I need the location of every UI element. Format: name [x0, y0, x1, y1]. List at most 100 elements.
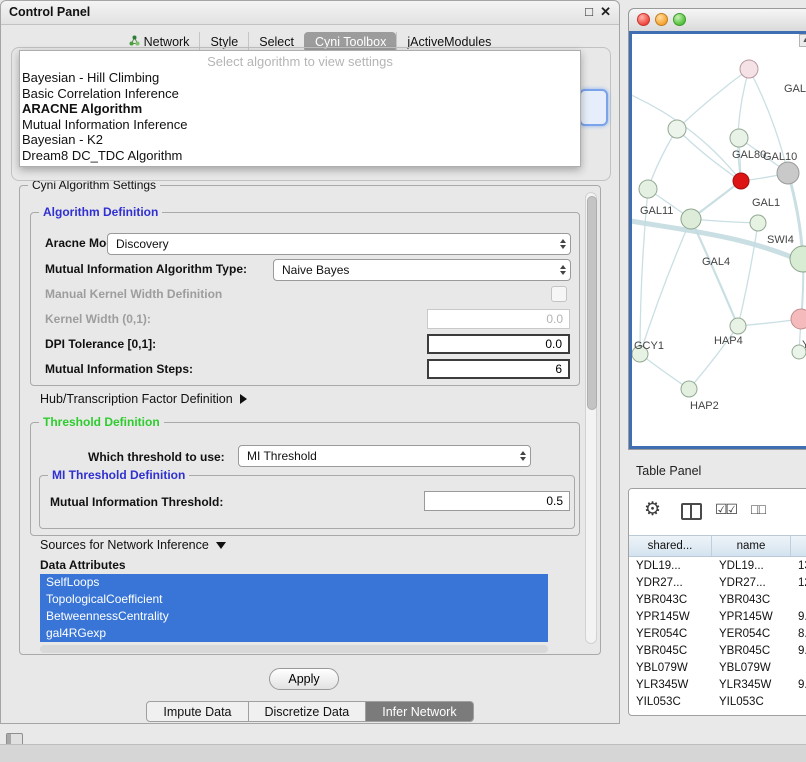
mi-type-select[interactable]: Naive Bayes — [273, 259, 571, 281]
sources-toggle[interactable]: Sources for Network Inference — [40, 538, 226, 552]
network-edge[interactable] — [640, 354, 689, 389]
network-node[interactable] — [681, 381, 697, 397]
network-node[interactable] — [740, 60, 758, 78]
network-edge[interactable] — [632, 89, 741, 181]
mac-close-icon[interactable] — [637, 13, 650, 26]
attribute-item-gal4rgexp[interactable]: gal4RGexp — [40, 625, 548, 642]
network-node[interactable] — [681, 209, 701, 229]
mac-minimize-icon[interactable] — [655, 13, 668, 26]
deselect-all-columns-icon[interactable]: □□ — [751, 501, 764, 517]
hub-definition-label: Hub/Transcription Factor Definition — [40, 392, 233, 406]
table-cell — [791, 592, 806, 609]
dpi-tolerance-input[interactable] — [427, 334, 570, 354]
attribute-item-betweennesscentrality[interactable]: BetweennessCentrality — [40, 608, 548, 625]
attribute-item-topologicalcoefficient[interactable]: TopologicalCoefficient — [40, 591, 548, 608]
aracne-mode-value: Discovery — [116, 237, 169, 251]
node-label-gal4: GAL4 — [702, 256, 730, 268]
table-cell: YBR045C — [712, 643, 791, 660]
threshold-definition-group: Threshold Definition Which threshold to … — [30, 422, 580, 536]
table-row[interactable]: YBL079WYBL079W — [629, 660, 806, 677]
network-node[interactable] — [791, 309, 806, 329]
network-edge[interactable] — [738, 69, 749, 181]
node-label-gal10: GAL10 — [763, 151, 797, 163]
algorithm-definition-legend: Algorithm Definition — [39, 205, 162, 219]
mac-zoom-icon[interactable] — [673, 13, 686, 26]
bottom-tab-discretize-data[interactable]: Discretize Data — [249, 701, 367, 722]
attribute-item-selfloops[interactable]: SelfLoops — [40, 574, 548, 591]
column-header-name[interactable]: name — [712, 536, 791, 556]
columns-icon[interactable] — [681, 503, 702, 520]
algorithm-option-mutual-information-inference[interactable]: Mutual Information Inference — [20, 117, 580, 133]
mi-threshold-input[interactable] — [424, 491, 570, 511]
table-cell: YPR145W — [712, 609, 791, 626]
bottom-tab-infer-network[interactable]: Infer Network — [366, 701, 473, 722]
mi-steps-input[interactable] — [427, 359, 570, 379]
table-row[interactable]: YDR27...YDR27...12 — [629, 575, 806, 592]
table-row[interactable]: YPR145WYPR145W9. — [629, 609, 806, 626]
table-row[interactable]: YLR345WYLR345W9. — [629, 677, 806, 694]
which-threshold-select[interactable]: MI Threshold — [238, 445, 531, 467]
sources-label: Sources for Network Inference — [40, 538, 209, 552]
column-header-shared[interactable]: shared... — [629, 536, 712, 556]
network-node[interactable] — [733, 173, 749, 189]
table-cell: YBR045C — [629, 643, 712, 660]
network-view-window: GAL8GAL80GAL10GAL11GAL1SWI4GAL4GCY1HAP4H… — [628, 8, 806, 450]
table-cell: YDR27... — [712, 575, 791, 592]
table-cell: YIL053C — [629, 694, 712, 711]
network-canvas[interactable]: GAL8GAL80GAL10GAL11GAL1SWI4GAL4GCY1HAP4H… — [632, 34, 806, 446]
table-cell: YBR043C — [629, 592, 712, 609]
table-row[interactable]: YBR043CYBR043C — [629, 592, 806, 609]
manual-kernel-checkbox[interactable] — [551, 286, 567, 302]
hub-definition-toggle[interactable]: Hub/Transcription Factor Definition — [40, 392, 247, 406]
gear-icon[interactable]: ⚙ — [644, 498, 661, 521]
network-node[interactable] — [639, 180, 657, 198]
aracne-mode-select[interactable]: Discovery — [107, 233, 571, 255]
select-all-columns-icon[interactable]: ☑☑ — [715, 501, 736, 518]
apply-button[interactable]: Apply — [269, 668, 339, 690]
bottom-tab-impute-data[interactable]: Impute Data — [146, 701, 248, 722]
table-row[interactable]: YBR045CYBR045C9. — [629, 643, 806, 660]
kernel-width-input[interactable] — [427, 309, 570, 329]
float-window-icon[interactable]: □ — [585, 4, 593, 19]
network-view-frame: GAL8GAL80GAL10GAL11GAL1SWI4GAL4GCY1HAP4H… — [629, 31, 806, 449]
scroll-up-icon[interactable]: ▲ — [799, 34, 806, 47]
chevron-down-icon — [216, 542, 226, 549]
node-label-gal80: GAL80 — [732, 149, 766, 161]
data-attributes-label: Data Attributes — [40, 558, 126, 572]
table-cell: YER054C — [712, 626, 791, 643]
node-label-gal8: GAL8 — [784, 83, 806, 95]
table-row[interactable]: YIL053CYIL053C — [629, 694, 806, 711]
network-edge[interactable] — [640, 219, 691, 354]
node-label-gcy1: GCY1 — [634, 340, 664, 352]
algorithm-option-bayesian-k2[interactable]: Bayesian - K2 — [20, 132, 580, 148]
column-header-extra[interactable] — [791, 536, 806, 556]
algorithm-option-dream8-dc-tdc-algorithm[interactable]: Dream8 DC_TDC Algorithm — [20, 148, 580, 164]
attributes-horizontal-scrollbar[interactable] — [40, 645, 548, 653]
network-window-titlebar[interactable] — [629, 9, 806, 32]
network-node[interactable] — [777, 162, 799, 184]
table-row[interactable]: YER054CYER054C8. — [629, 626, 806, 643]
network-node[interactable] — [730, 318, 746, 334]
table-cell: 12 — [791, 575, 806, 592]
algorithm-option-bayesian-hill-climbing[interactable]: Bayesian - Hill Climbing — [20, 70, 580, 86]
network-node[interactable] — [730, 129, 748, 147]
table-row[interactable]: YDL19...YDL19...13 — [629, 558, 806, 575]
network-node[interactable] — [750, 215, 766, 231]
algorithm-option-basic-correlation-inference[interactable]: Basic Correlation Inference — [20, 86, 580, 102]
node-label-gal1: GAL1 — [752, 197, 780, 209]
table-cell: YPR145W — [629, 609, 712, 626]
close-icon[interactable]: ✕ — [600, 4, 611, 20]
mi-type-value: Naive Bayes — [282, 263, 349, 277]
network-edge[interactable] — [677, 69, 749, 129]
settings-scrollbar[interactable] — [585, 192, 597, 644]
node-label-gal11: GAL11 — [640, 205, 673, 217]
network-node[interactable] — [668, 120, 686, 138]
table-cell: YLR345W — [629, 677, 712, 694]
algorithm-option-aracne-algorithm[interactable]: ARACNE Algorithm — [20, 101, 580, 117]
algorithm-dropdown-popup: Select algorithm to view settings Bayesi… — [19, 50, 581, 167]
settings-scrollbar-thumb[interactable] — [587, 196, 597, 410]
table-cell: YBL079W — [629, 660, 712, 677]
network-edge[interactable] — [648, 129, 677, 189]
network-node[interactable] — [790, 246, 806, 272]
table-header-row: shared...name — [629, 535, 806, 557]
